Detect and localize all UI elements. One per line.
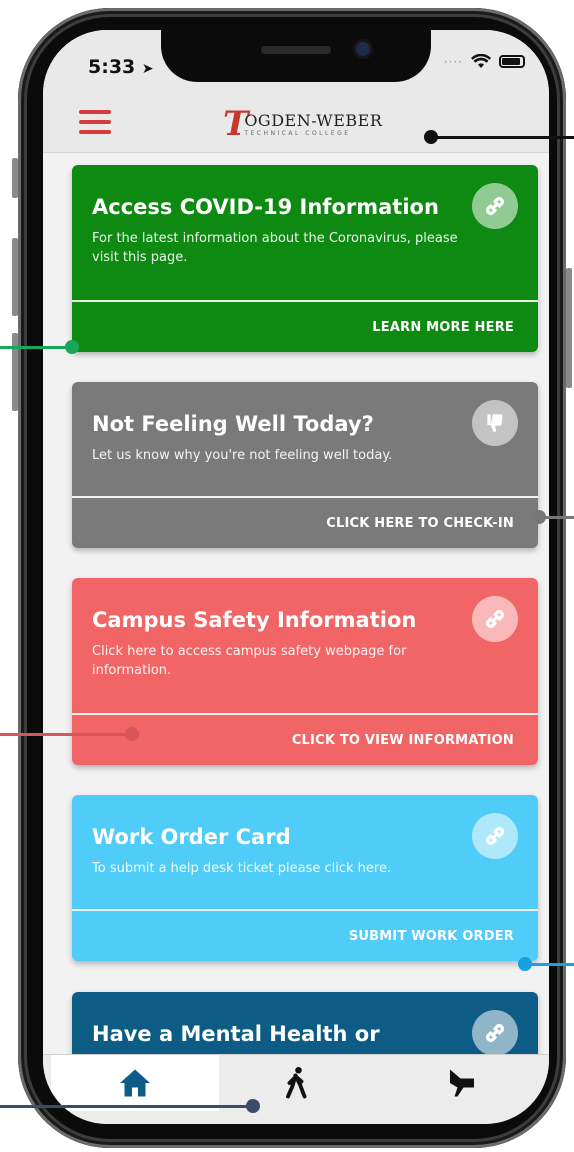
card-title: Not Feeling Well Today? [92, 412, 374, 436]
thumbs-down-icon [472, 400, 518, 446]
card-list[interactable]: Access COVID-19 Information For the late… [43, 152, 549, 1054]
learn-more-button[interactable]: LEARN MORE HERE [72, 300, 538, 352]
card-title: Have a Mental Health or [92, 1022, 380, 1046]
card-body: Not Feeling Well Today? Let us know why … [72, 382, 538, 465]
work-order-card[interactable]: Work Order Card To submit a help desk ti… [72, 795, 538, 961]
power-button [566, 268, 572, 388]
wellness-checkin-card[interactable]: Not Feeling Well Today? Let us know why … [72, 382, 538, 548]
card-body: Work Order Card To submit a help desk ti… [72, 795, 538, 878]
card-body: Access COVID-19 Information For the late… [72, 165, 538, 267]
tab-activity[interactable] [213, 1055, 381, 1111]
hamburger-menu-icon[interactable] [79, 110, 111, 136]
card-title: Access COVID-19 Information [92, 195, 439, 219]
tab-home[interactable] [51, 1055, 219, 1111]
card-body: Campus Safety Information Click here to … [72, 578, 538, 680]
card-description: Click here to access campus safety webpa… [92, 644, 407, 678]
callout-line-tabbar [0, 1105, 254, 1108]
card-description: Let us know why you're not feeling well … [92, 448, 393, 463]
mental-health-card[interactable]: Have a Mental Health or [72, 992, 538, 1054]
phone-screen: 5:33 ➤ ···· T OGDEN-WEBER TECHNICAL COLL… [43, 30, 549, 1124]
covid-info-card[interactable]: Access COVID-19 Information For the late… [72, 165, 538, 352]
speaker-grille [261, 46, 331, 54]
callout-dot-tabbar [246, 1099, 260, 1113]
college-logo: T OGDEN-WEBER TECHNICAL COLLEGE [223, 106, 382, 142]
app-header: T OGDEN-WEBER TECHNICAL COLLEGE [43, 96, 549, 153]
check-in-button[interactable]: CLICK HERE TO CHECK-IN [72, 496, 538, 548]
status-time: 5:33 ➤ [88, 56, 154, 78]
battery-icon [499, 55, 525, 68]
volume-down-button [12, 333, 18, 411]
tab-announcements[interactable] [378, 1055, 546, 1111]
mute-switch [12, 158, 18, 198]
logo-sub-text: TECHNICAL COLLEGE [244, 130, 351, 137]
campus-safety-card[interactable]: Campus Safety Information Click here to … [72, 578, 538, 765]
home-icon [120, 1069, 150, 1097]
callout-line-safety [0, 733, 132, 736]
callout-line-workorder [525, 963, 574, 966]
walking-person-icon [286, 1066, 307, 1099]
link-icon [472, 813, 518, 859]
front-camera [356, 42, 370, 56]
status-time-text: 5:33 [88, 56, 136, 78]
submit-work-order-button[interactable]: SUBMIT WORK ORDER [72, 909, 538, 961]
wifi-icon [471, 54, 491, 68]
callout-dot-safety [125, 727, 139, 741]
signal-dots-icon: ···· [443, 54, 463, 69]
callout-dot-covid [65, 340, 79, 354]
logo-text: OGDEN-WEBER TECHNICAL COLLEGE [244, 111, 382, 137]
tab-bar [43, 1054, 549, 1124]
card-body: Have a Mental Health or [72, 992, 538, 1046]
callout-line-header [430, 136, 574, 139]
card-title: Work Order Card [92, 825, 291, 849]
megaphone-icon [450, 1069, 474, 1097]
notch [161, 30, 431, 82]
card-description: For the latest information about the Cor… [92, 231, 458, 265]
card-description: To submit a help desk ticket please clic… [92, 861, 392, 876]
callout-dot-header [424, 130, 438, 144]
location-arrow-icon: ➤ [141, 61, 154, 77]
callout-dot-wellness [532, 510, 546, 524]
status-icons: ···· [444, 54, 525, 69]
link-icon [472, 183, 518, 229]
callout-dot-workorder [518, 957, 532, 971]
link-icon [472, 596, 518, 642]
volume-up-button [12, 238, 18, 316]
logo-main-text: OGDEN-WEBER [244, 111, 383, 130]
card-title: Campus Safety Information [92, 608, 417, 632]
callout-line-covid [0, 346, 72, 349]
view-information-button[interactable]: CLICK TO VIEW INFORMATION [72, 713, 538, 765]
link-icon [472, 1010, 518, 1054]
